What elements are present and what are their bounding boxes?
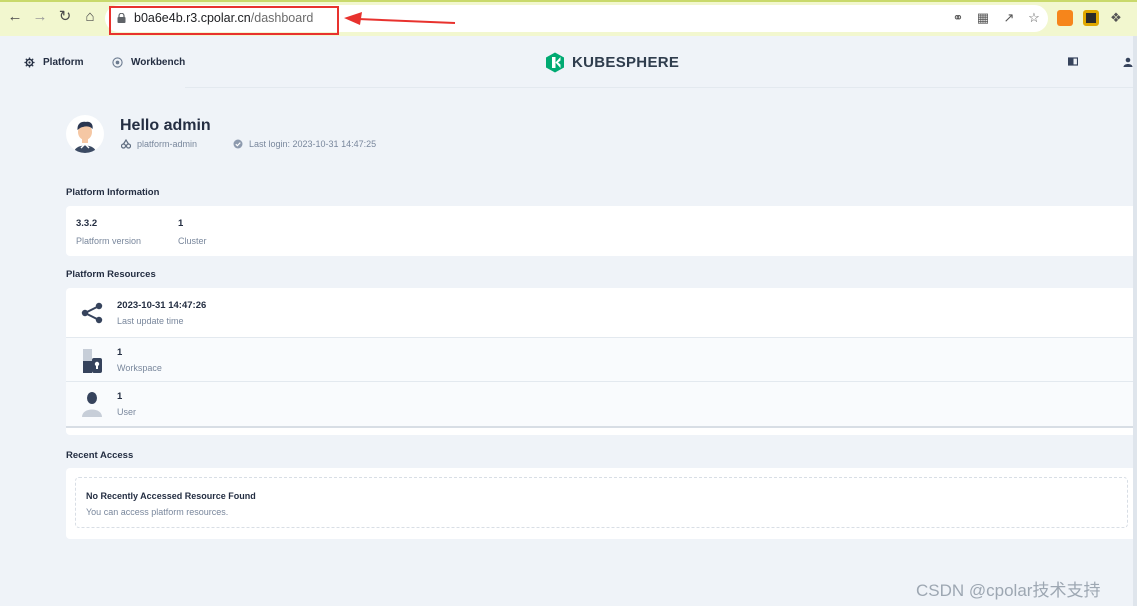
page: ← → ↻ ⌂ b0a6e4b.r3.cpolar.cn/dashboard ⚭… bbox=[0, 0, 1137, 606]
logo-text: KUBESPHERE bbox=[572, 54, 680, 71]
user-value: 1 bbox=[117, 391, 123, 402]
workspace-icon bbox=[83, 349, 102, 373]
user-menu-icon[interactable] bbox=[1123, 57, 1133, 67]
gear-icon bbox=[24, 57, 35, 68]
empty-state: No Recently Accessed Resource Found You … bbox=[75, 477, 1128, 528]
update-time-value: 2023-10-31 14:47:26 bbox=[117, 300, 207, 311]
clock-icon bbox=[233, 139, 243, 149]
resource-row-workspace[interactable]: 1 Workspace bbox=[66, 338, 1137, 381]
forward-icon[interactable]: → bbox=[32, 9, 48, 25]
empty-state-title: No Recently Accessed Resource Found bbox=[86, 491, 256, 501]
metamask-icon[interactable] bbox=[1057, 10, 1073, 26]
platform-nav[interactable]: Platform bbox=[24, 57, 84, 68]
key-icon[interactable]: ⚭ bbox=[950, 10, 966, 26]
cluster-label: Cluster bbox=[178, 236, 207, 246]
user-label: User bbox=[117, 407, 137, 417]
workspace-label: Workspace bbox=[117, 363, 162, 373]
empty-state-desc: You can access platform resources. bbox=[86, 507, 229, 517]
role-icon bbox=[121, 139, 131, 149]
resource-row-user[interactable]: 1 User bbox=[66, 382, 1137, 426]
url-highlight-box bbox=[109, 6, 339, 35]
last-login-text: Last login: 2023-10-31 14:47:25 bbox=[249, 139, 377, 149]
home-icon[interactable]: ⌂ bbox=[82, 9, 98, 25]
platform-info-card: 3.3.2 Platform version 1 Cluster bbox=[66, 206, 1137, 256]
workbench-label: Workbench bbox=[131, 57, 186, 68]
back-icon[interactable]: ← bbox=[7, 9, 23, 25]
cluster-item[interactable]: 1 Cluster bbox=[178, 218, 207, 246]
share-nodes-icon bbox=[81, 302, 103, 324]
header-divider bbox=[185, 87, 1135, 88]
user-icon bbox=[82, 392, 102, 417]
translate-icon[interactable]: ▦ bbox=[975, 10, 991, 26]
platform-label: Platform bbox=[43, 57, 84, 68]
reload-icon[interactable]: ↻ bbox=[57, 9, 73, 25]
extension-icon[interactable] bbox=[1083, 10, 1099, 26]
puzzle-icon[interactable]: ❖ bbox=[1108, 10, 1124, 26]
user-role: platform-admin bbox=[121, 139, 197, 149]
kubesphere-logo-icon bbox=[546, 52, 564, 73]
kubesphere-logo[interactable]: KUBESPHERE bbox=[545, 52, 679, 73]
window-edge bbox=[1133, 36, 1137, 606]
platform-version-item: 3.3.2 Platform version bbox=[76, 218, 141, 246]
share-icon[interactable]: ↗ bbox=[1001, 10, 1017, 26]
cluster-value: 1 bbox=[178, 218, 184, 229]
watermark: CSDN @cpolar技术支持 bbox=[916, 581, 1101, 600]
platform-info-title: Platform Information bbox=[66, 187, 160, 198]
workbench-nav[interactable]: Workbench bbox=[112, 57, 185, 68]
resource-card-footer bbox=[66, 428, 1137, 435]
layout-toggle-icon[interactable] bbox=[1068, 57, 1078, 67]
last-login: Last login: 2023-10-31 14:47:25 bbox=[233, 139, 376, 149]
role-text: platform-admin bbox=[137, 139, 198, 149]
annotation-arrow bbox=[344, 12, 456, 25]
avatar bbox=[66, 115, 104, 153]
recent-access-card: No Recently Accessed Resource Found You … bbox=[66, 468, 1137, 539]
workbench-icon bbox=[112, 57, 123, 68]
greeting-title: Hello admin bbox=[120, 117, 211, 134]
platform-version-label: Platform version bbox=[76, 236, 142, 246]
avatar-icon bbox=[74, 121, 96, 153]
update-time-label: Last update time bbox=[117, 316, 184, 326]
workspace-value: 1 bbox=[117, 347, 123, 358]
star-icon[interactable]: ☆ bbox=[1026, 10, 1042, 26]
resource-row-update-time: 2023-10-31 14:47:26 Last update time bbox=[66, 288, 1137, 337]
platform-resources-title: Platform Resources bbox=[66, 269, 156, 280]
platform-version-value: 3.3.2 bbox=[76, 218, 98, 229]
recent-access-title: Recent Access bbox=[66, 450, 134, 461]
